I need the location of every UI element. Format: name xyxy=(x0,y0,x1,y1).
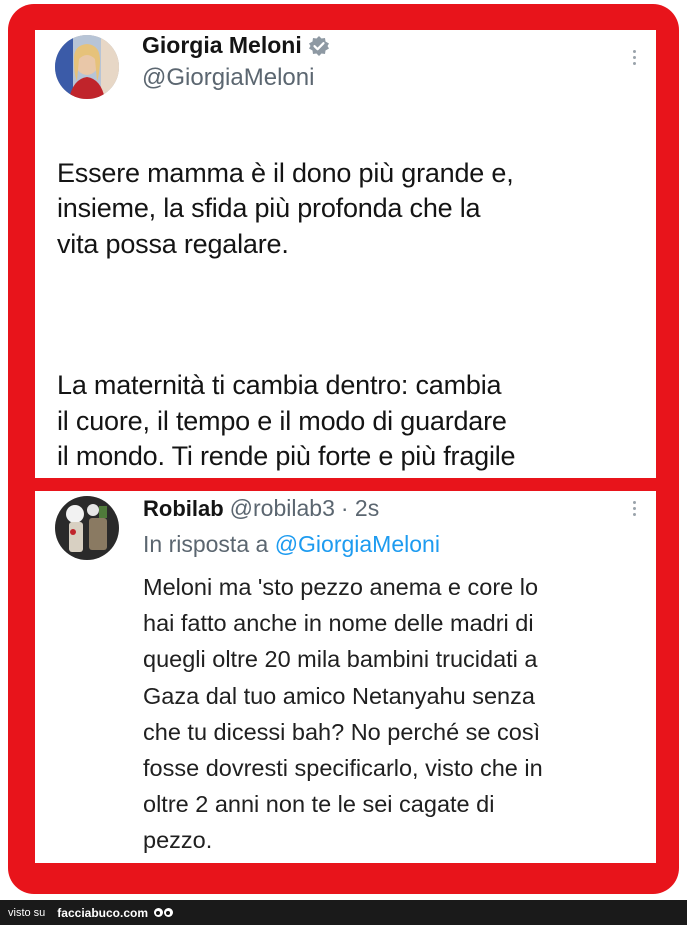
author-line: Giorgia Meloni xyxy=(142,32,330,59)
author-name[interactable]: Giorgia Meloni xyxy=(142,32,302,59)
avatar[interactable] xyxy=(55,496,119,560)
reply-timestamp[interactable]: · 2s xyxy=(341,495,379,522)
watermark-bar: visto su facciabuco.com xyxy=(0,900,687,925)
more-options-icon[interactable] xyxy=(631,501,637,516)
tweet-paragraph-1: Essere mamma è il dono più grande e, ins… xyxy=(57,157,514,259)
visto-su-label: visto su xyxy=(8,906,46,919)
reply-to-mention[interactable]: @GiorgiaMeloni xyxy=(275,531,440,557)
more-options-icon[interactable] xyxy=(631,50,637,65)
red-frame: Giorgia Meloni @GiorgiaMeloni Essere mam… xyxy=(8,4,679,894)
author-handle[interactable]: @GiorgiaMeloni xyxy=(142,64,314,92)
reply-to-line: In risposta a @GiorgiaMeloni xyxy=(143,531,440,558)
avatar[interactable] xyxy=(55,35,119,99)
reply-author-handle[interactable]: @robilab3 xyxy=(230,495,335,522)
tweet-card[interactable]: Giorgia Meloni @GiorgiaMeloni Essere mam… xyxy=(35,30,656,478)
reply-card[interactable]: Robilab @robilab3 · 2s In risposta a @Gi… xyxy=(35,491,656,863)
eyes-logo-icon xyxy=(154,908,173,917)
site-logo-text[interactable]: facciabuco.com xyxy=(57,906,148,920)
reply-author-line: Robilab @robilab3 · 2s xyxy=(143,495,379,522)
tweet-text: Essere mamma è il dono più grande e, ins… xyxy=(57,120,656,479)
reply-author-name[interactable]: Robilab xyxy=(143,496,224,522)
tweet-paragraph-2: La maternità ti cambia dentro: cambia il… xyxy=(57,370,516,478)
verified-badge-icon xyxy=(308,35,330,57)
reply-to-prefix: In risposta a xyxy=(143,531,269,557)
reply-text: Meloni ma 'sto pezzo anema e core lo hai… xyxy=(143,574,543,854)
profile-photo-icon xyxy=(55,496,119,560)
author-handle-line: @GiorgiaMeloni xyxy=(142,64,314,92)
profile-photo-icon xyxy=(55,35,119,99)
